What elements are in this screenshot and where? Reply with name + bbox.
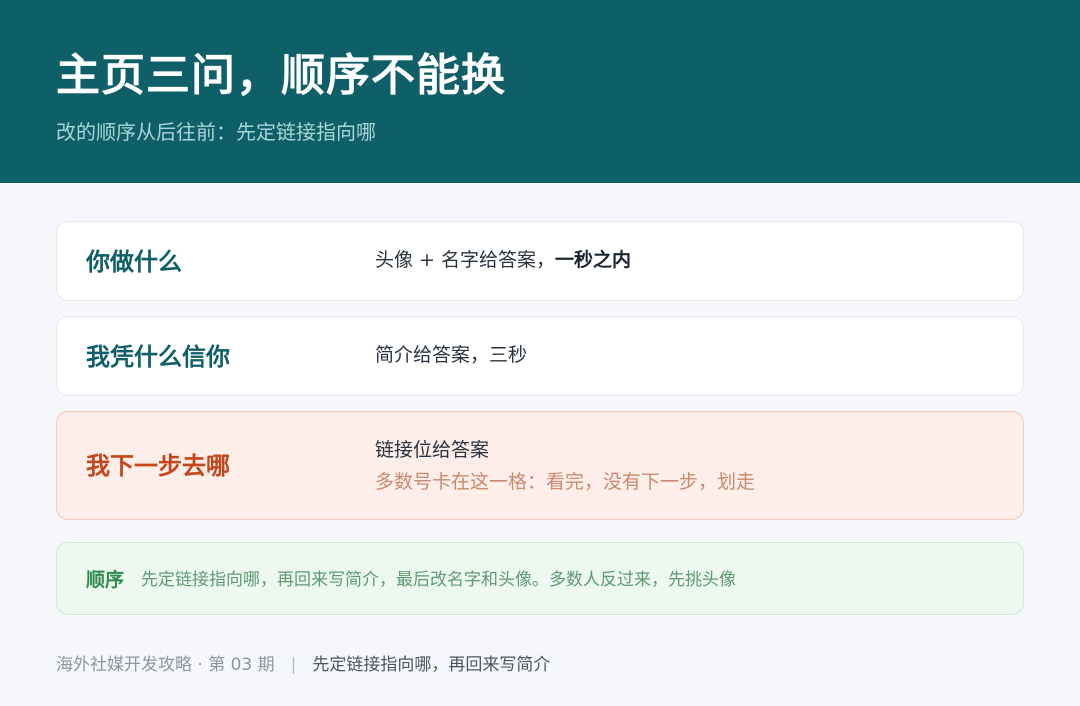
question-label: 我凭什么信你 — [86, 343, 230, 371]
footer: 海外社媒开发攻略 · 第 03 期 | 先定链接指向哪，再回来写简介 — [56, 652, 550, 678]
footer-tagline: 先定链接指向哪，再回来写简介 — [312, 655, 551, 675]
question-note: 多数号卡在这一格：看完，没有下一步，划走 — [375, 471, 756, 493]
order-note-box: 顺序 先定链接指向哪，再回来写简介，最后改名字和头像。多数人反过来，先挑头像 — [56, 542, 1024, 615]
question-card-why-trust: 我凭什么信你 简介给答案，三秒 — [56, 316, 1024, 396]
question-answer: 头像 + 名字给答案，一秒之内 — [375, 246, 631, 274]
order-note-text: 先定链接指向哪，再回来写简介，最后改名字和头像。多数人反过来，先挑头像 — [141, 570, 736, 590]
answer-text: 头像 + 名字给答案， — [375, 249, 555, 271]
page-title: 主页三问，顺序不能换 — [56, 50, 506, 101]
header-banner: 主页三问，顺序不能换 改的顺序从后往前：先定链接指向哪 — [0, 0, 1080, 183]
question-label: 我下一步去哪 — [86, 452, 230, 480]
question-label: 你做什么 — [86, 248, 182, 276]
question-answer: 简介给答案，三秒 — [375, 344, 528, 366]
question-card-what-you-do: 你做什么 头像 + 名字给答案，一秒之内 — [56, 221, 1024, 301]
question-answer: 链接位给答案 — [375, 439, 490, 461]
question-card-next-step: 我下一步去哪 链接位给答案 多数号卡在这一格：看完，没有下一步，划走 — [56, 411, 1024, 520]
answer-emphasis: 一秒之内 — [555, 249, 632, 271]
footer-series: 海外社媒开发攻略 · 第 03 期 — [56, 655, 275, 675]
order-note-label: 顺序 — [86, 569, 125, 591]
footer-separator: | — [290, 655, 297, 675]
page-subtitle: 改的顺序从后往前：先定链接指向哪 — [56, 120, 376, 144]
